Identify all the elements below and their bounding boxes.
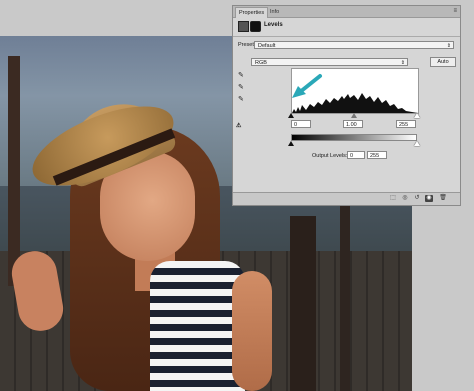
photo-striped-dress [150,261,245,391]
output-gradient [291,134,417,141]
divider [233,36,460,37]
input-gamma-field[interactable]: 1.00 [343,120,363,128]
channel-select[interactable]: RGB ⇕ [251,58,408,66]
output-white-slider[interactable] [414,141,420,146]
tab-info[interactable]: Info [267,7,282,17]
panel-tabbar: Properties Info ≡ [233,6,460,18]
output-levels-label: Output Levels: [312,153,348,159]
chevron-updown-icon: ⇕ [446,43,451,49]
panel-menu-icon[interactable]: ≡ [453,8,457,14]
photo-post [8,56,20,286]
delete-icon[interactable]: 🗑 [439,195,447,202]
photo-arm [232,271,272,391]
white-point-eyedropper-icon[interactable]: ✎ [238,96,245,103]
calculate-histogram-warning-icon[interactable]: ⚠ [236,122,241,129]
clip-to-layer-icon[interactable]: ⬚ [389,195,397,202]
reset-icon[interactable]: ↺ [413,195,421,202]
visibility-icon[interactable]: ◉ [425,195,433,202]
input-white-field[interactable]: 255 [396,120,416,128]
levels-adjustment-icon [238,21,249,32]
arrow-shaft [298,74,322,94]
input-white-slider[interactable] [414,113,420,118]
preset-label: Preset: [238,42,256,48]
input-black-slider[interactable] [288,113,294,118]
gray-point-eyedropper-icon[interactable]: ✎ [238,84,245,91]
auto-button[interactable]: Auto [430,57,456,67]
photo-post [290,216,316,391]
output-black-slider[interactable] [288,141,294,146]
input-black-field[interactable]: 0 [291,120,311,128]
preset-select[interactable]: Default ⇕ [254,41,454,49]
layer-mask-icon[interactable] [250,21,261,32]
adjustment-header: Levels [235,20,458,32]
preset-value: Default [258,43,276,49]
panel-footer: ⬚ ◎ ↺ ◉ 🗑 [233,192,460,205]
photo-post [340,206,350,391]
output-black-field[interactable]: 0 [347,151,365,159]
properties-panel: Properties Info ≡ Levels Preset: Default… [232,5,461,206]
view-previous-icon[interactable]: ◎ [401,195,409,202]
chevron-updown-icon: ⇕ [400,60,405,66]
annotation-arrow-icon [292,74,322,98]
output-white-field[interactable]: 255 [367,151,387,159]
input-gamma-slider[interactable] [351,113,357,118]
channel-value: RGB [255,60,267,66]
black-point-eyedropper-icon[interactable]: ✎ [238,72,245,79]
adjustment-title: Levels [264,22,283,28]
tab-properties[interactable]: Properties [235,7,269,18]
